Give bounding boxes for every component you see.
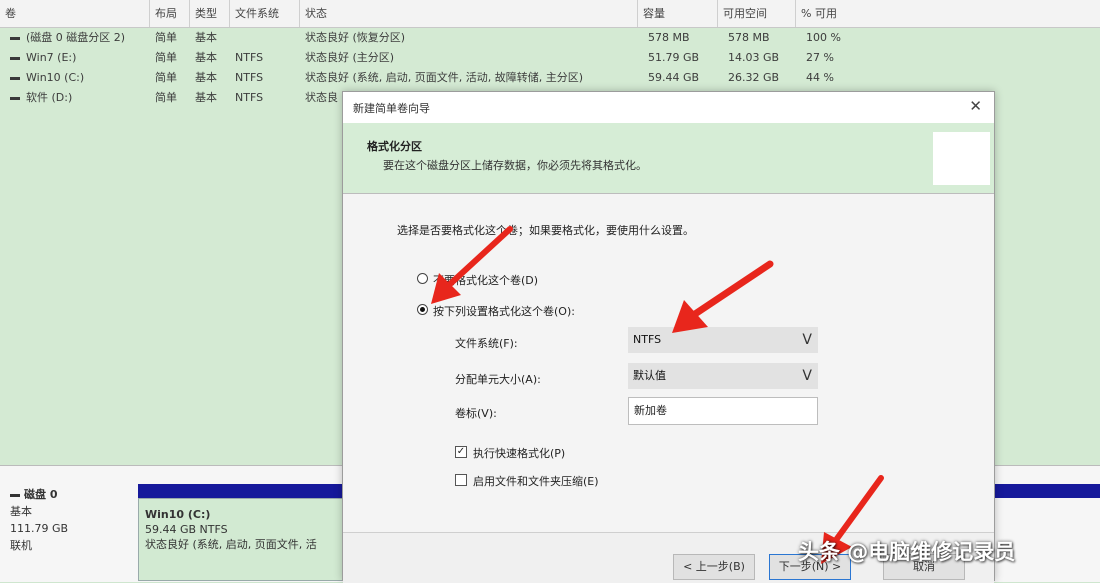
format-radio[interactable] — [417, 304, 428, 315]
close-icon[interactable]: ✕ — [969, 97, 982, 115]
partition-block[interactable]: Win10 (C:) 59.44 GB NTFS 状态良好 (系统, 启动, 页… — [138, 498, 370, 581]
volume-type: 基本 — [195, 71, 217, 84]
column-header-filesystem[interactable]: 文件系统 — [230, 0, 300, 27]
volume-capacity: 51.79 GB — [648, 51, 700, 64]
volume-name: Win7 (E:) — [26, 51, 77, 64]
format-label[interactable]: 按下列设置格式化这个卷(O): — [433, 303, 575, 319]
volume-name: Win10 (C:) — [26, 71, 85, 84]
partition-status: 状态良好 (系统, 启动, 页面文件, 活 — [145, 538, 317, 551]
dialog-titlebar: 新建简单卷向导 ✕ — [343, 92, 994, 123]
compression-checkbox[interactable] — [455, 474, 467, 486]
disk-type: 基本 — [10, 505, 32, 518]
column-header-layout[interactable]: 布局 — [150, 0, 190, 27]
disk-info[interactable]: 磁盘 0 基本 111.79 GB 联机 — [10, 486, 128, 554]
volume-type: 基本 — [195, 91, 217, 104]
volume-filesystem — [230, 28, 300, 48]
table-row[interactable]: Win7 (E:) 简单 基本 NTFS 状态良好 (主分区) 51.79 GB… — [0, 48, 1100, 68]
column-header-percent-free[interactable]: % 可用 — [796, 0, 1100, 27]
banner-subtitle: 要在这个磁盘分区上储存数据，你必须先将其格式化。 — [383, 159, 647, 172]
volume-name: (磁盘 0 磁盘分区 2) — [26, 31, 126, 44]
volume-filesystem: NTFS — [235, 71, 264, 84]
wizard-image — [933, 132, 990, 185]
quick-format-checkbox[interactable]: ✓ — [455, 446, 467, 458]
banner-title: 格式化分区 — [367, 140, 422, 153]
filesystem-select[interactable]: NTFS V — [628, 327, 818, 353]
volume-type: 基本 — [195, 31, 217, 44]
volume-percent-free: 44 % — [806, 71, 834, 84]
allocation-size-value: 默认值 — [633, 369, 666, 382]
dialog-title: 新建简单卷向导 — [353, 102, 430, 115]
back-button[interactable]: < 上一步(B) — [673, 554, 755, 580]
partition-size: 59.44 GB NTFS — [145, 523, 228, 536]
table-row[interactable]: Win10 (C:) 简单 基本 NTFS 状态良好 (系统, 启动, 页面文件… — [0, 68, 1100, 88]
volume-filesystem: NTFS — [235, 51, 264, 64]
volume-layout: 简单 — [155, 91, 177, 104]
volume-status: 状态良好 (主分区) — [305, 51, 395, 64]
quick-format-label[interactable]: 执行快速格式化(P) — [473, 445, 565, 461]
compression-label[interactable]: 启用文件和文件夹压缩(E) — [473, 473, 599, 489]
volume-percent-free: 100 % — [806, 31, 841, 44]
column-header-type[interactable]: 类型 — [190, 0, 230, 27]
volume-capacity: 59.44 GB — [648, 71, 700, 84]
volume-list-header: 卷 布局 类型 文件系统 状态 容量 可用空间 % 可用 — [0, 0, 1100, 28]
volume-icon — [10, 76, 20, 80]
column-header-volume[interactable]: 卷 — [0, 0, 150, 27]
volume-icon — [10, 36, 20, 40]
watermark: 头条 @电脑维修记录员 — [798, 540, 1016, 564]
column-header-free-space[interactable]: 可用空间 — [718, 0, 796, 27]
volume-label-input[interactable]: 新加卷 — [628, 397, 818, 425]
volume-icon — [10, 96, 20, 100]
format-prompt: 选择是否要格式化这个卷；如果要格式化，要使用什么设置。 — [397, 224, 694, 237]
volume-free-space: 14.03 GB — [728, 51, 780, 64]
column-header-status[interactable]: 状态 — [300, 0, 638, 27]
disk-size: 111.79 GB — [10, 522, 69, 535]
volume-free-space: 26.32 GB — [728, 71, 780, 84]
filesystem-label: 文件系统(F): — [455, 337, 518, 350]
disk-icon — [10, 493, 20, 497]
wizard-banner: 格式化分区 要在这个磁盘分区上储存数据，你必须先将其格式化。 — [343, 123, 994, 194]
disk-state: 联机 — [10, 539, 32, 552]
volume-layout: 简单 — [155, 71, 177, 84]
table-row[interactable]: (磁盘 0 磁盘分区 2) 简单 基本 状态良好 (恢复分区) 578 MB 5… — [0, 28, 1100, 48]
volume-layout: 简单 — [155, 51, 177, 64]
allocation-size-label: 分配单元大小(A): — [455, 373, 541, 386]
chevron-down-icon: V — [802, 332, 812, 348]
volume-filesystem: NTFS — [235, 91, 264, 104]
volume-status: 状态良 — [305, 91, 338, 104]
volume-icon — [10, 56, 20, 60]
column-header-capacity[interactable]: 容量 — [638, 0, 718, 27]
chevron-down-icon: V — [802, 368, 812, 384]
allocation-size-select[interactable]: 默认值 V — [628, 363, 818, 389]
volume-status: 状态良好 (系统, 启动, 页面文件, 活动, 故障转储, 主分区) — [305, 71, 584, 84]
volume-type: 基本 — [195, 51, 217, 64]
no-format-label[interactable]: 不要格式化这个卷(D) — [433, 272, 538, 288]
filesystem-value: NTFS — [633, 333, 662, 346]
volume-percent-free: 27 % — [806, 51, 834, 64]
disk-name: 磁盘 0 — [24, 488, 58, 501]
volume-layout: 简单 — [155, 31, 177, 44]
volume-label-label: 卷标(V): — [455, 407, 497, 420]
volume-capacity: 578 MB — [648, 31, 690, 44]
no-format-radio[interactable] — [417, 273, 428, 284]
volume-free-space: 578 MB — [728, 31, 770, 44]
partition-name: Win10 (C:) — [145, 508, 211, 521]
volume-name: 软件 (D:) — [26, 91, 73, 104]
volume-status: 状态良好 (恢复分区) — [305, 31, 406, 44]
new-simple-volume-wizard: 新建简单卷向导 ✕ 格式化分区 要在这个磁盘分区上储存数据，你必须先将其格式化。… — [342, 91, 995, 583]
